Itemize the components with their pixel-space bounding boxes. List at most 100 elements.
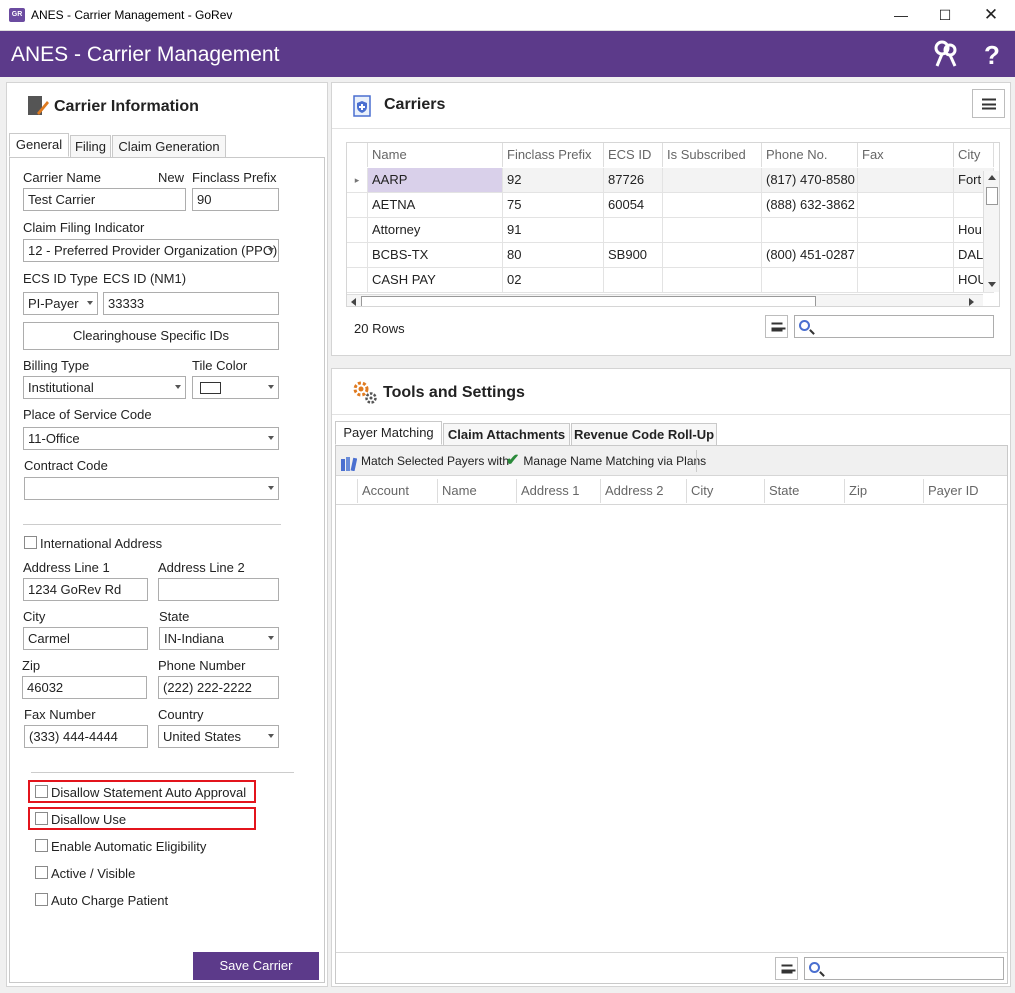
tab-revenue-code-rollup[interactable]: Revenue Code Roll-Up: [571, 423, 717, 445]
tab-claim-generation[interactable]: Claim Generation: [112, 135, 226, 157]
col-header[interactable]: Payer ID: [924, 479, 1007, 503]
table-cell[interactable]: [604, 268, 663, 293]
pos-dropdown[interactable]: 11-Office: [23, 427, 279, 450]
table-cell[interactable]: 87726: [604, 168, 663, 193]
table-cell[interactable]: AARP: [368, 168, 503, 193]
country-dropdown[interactable]: United States: [158, 725, 279, 748]
table-cell[interactable]: (888) 632-3862: [762, 193, 858, 218]
col-header[interactable]: Name: [368, 143, 503, 167]
ecs-type-dropdown[interactable]: PI-Payer: [23, 292, 98, 315]
scroll-thumb[interactable]: [986, 187, 998, 205]
table-cell[interactable]: [858, 268, 954, 293]
table-cell[interactable]: SB900: [604, 243, 663, 268]
state-dropdown[interactable]: IN-Indiana: [159, 627, 279, 650]
payer-search-input[interactable]: [804, 957, 1004, 980]
carriers-search-input[interactable]: [794, 315, 994, 338]
table-cell[interactable]: [663, 218, 762, 243]
scroll-up-arrow[interactable]: [988, 175, 996, 180]
table-cell[interactable]: [663, 193, 762, 218]
ecs-id-field[interactable]: 33333: [103, 292, 279, 315]
scroll-right-arrow[interactable]: [969, 298, 974, 306]
billing-type-dropdown[interactable]: Institutional: [23, 376, 186, 399]
table-cell[interactable]: [762, 218, 858, 243]
table-cell[interactable]: (817) 470-8580: [762, 168, 858, 193]
payer-grid-menu-button[interactable]: [775, 957, 798, 980]
table-cell[interactable]: [762, 268, 858, 293]
close-button[interactable]: ✕: [973, 4, 1009, 26]
zip-field[interactable]: 46032: [22, 676, 147, 699]
grid-menu-button[interactable]: [765, 315, 788, 338]
col-header[interactable]: Finclass Prefix: [503, 143, 604, 167]
tab-payer-matching[interactable]: Payer Matching: [335, 421, 442, 445]
col-header[interactable]: Account: [358, 479, 438, 503]
table-cell[interactable]: [858, 193, 954, 218]
international-checkbox[interactable]: [24, 536, 37, 549]
col-header[interactable]: City: [687, 479, 765, 503]
scroll-left-arrow[interactable]: [351, 298, 356, 306]
table-cell[interactable]: [858, 168, 954, 193]
claim-filing-dropdown[interactable]: 12 - Preferred Provider Organization (PP…: [23, 239, 279, 262]
col-header[interactable]: Is Subscribed: [663, 143, 762, 167]
tab-filing[interactable]: Filing: [70, 135, 111, 157]
row-indicator[interactable]: ▸: [347, 168, 368, 193]
minimize-button[interactable]: —: [883, 4, 919, 26]
col-header[interactable]: State: [765, 479, 845, 503]
table-cell[interactable]: 75: [503, 193, 604, 218]
vertical-scrollbar[interactable]: [983, 171, 999, 292]
maximize-button[interactable]: ☐: [927, 4, 963, 26]
horizontal-scrollbar[interactable]: [347, 294, 983, 306]
row-indicator[interactable]: [347, 268, 368, 293]
auto-eligibility-checkbox[interactable]: [35, 839, 48, 852]
col-header[interactable]: Address 2: [601, 479, 687, 503]
table-cell[interactable]: [858, 243, 954, 268]
table-cell[interactable]: 80: [503, 243, 604, 268]
table-cell[interactable]: 92: [503, 168, 604, 193]
manage-name-matching-button[interactable]: ✔ Manage Name Matching via Plans: [506, 449, 706, 473]
table-cell[interactable]: [604, 218, 663, 243]
tab-general[interactable]: General: [9, 133, 69, 157]
hscroll-thumb[interactable]: [361, 296, 816, 306]
scroll-down-arrow[interactable]: [988, 282, 996, 287]
table-cell[interactable]: BCBS-TX: [368, 243, 503, 268]
addr2-field[interactable]: [158, 578, 279, 601]
col-header[interactable]: ECS ID: [604, 143, 663, 167]
col-header[interactable]: Phone No.: [762, 143, 858, 167]
table-cell[interactable]: [663, 168, 762, 193]
col-header[interactable]: City: [954, 143, 994, 167]
table-cell[interactable]: [663, 268, 762, 293]
clearinghouse-ids-button[interactable]: Clearinghouse Specific IDs: [23, 322, 279, 350]
keys-icon[interactable]: [933, 40, 959, 68]
disallow-use-checkbox[interactable]: [35, 812, 48, 825]
col-header[interactable]: Address 1: [517, 479, 601, 503]
table-cell[interactable]: 02: [503, 268, 604, 293]
save-carrier-button[interactable]: Save Carrier: [193, 952, 319, 980]
row-indicator[interactable]: [347, 243, 368, 268]
table-cell[interactable]: [663, 243, 762, 268]
row-indicator[interactable]: [347, 193, 368, 218]
col-header[interactable]: Zip: [845, 479, 924, 503]
table-cell[interactable]: Attorney: [368, 218, 503, 243]
table-cell[interactable]: 60054: [604, 193, 663, 218]
addr1-field[interactable]: 1234 GoRev Rd: [23, 578, 148, 601]
carrier-name-field[interactable]: Test Carrier: [23, 188, 186, 211]
col-header[interactable]: Fax: [858, 143, 954, 167]
table-cell[interactable]: (800) 451-0287: [762, 243, 858, 268]
table-cell[interactable]: AETNA: [368, 193, 503, 218]
contract-dropdown[interactable]: [24, 477, 279, 500]
tab-claim-attachments[interactable]: Claim Attachments: [443, 423, 570, 445]
finclass-field[interactable]: 90: [192, 188, 279, 211]
row-indicator[interactable]: [347, 218, 368, 243]
table-cell[interactable]: 91: [503, 218, 604, 243]
fax-field[interactable]: (333) 444-4444: [24, 725, 148, 748]
carriers-menu-button[interactable]: [972, 89, 1005, 118]
help-icon[interactable]: ?: [984, 40, 1000, 71]
disallow-auto-approval-checkbox[interactable]: [35, 785, 48, 798]
active-visible-checkbox[interactable]: [35, 866, 48, 879]
table-cell[interactable]: [858, 218, 954, 243]
city-field[interactable]: Carmel: [23, 627, 148, 650]
phone-field[interactable]: (222) 222-2222: [158, 676, 279, 699]
tile-color-dropdown[interactable]: [192, 376, 279, 399]
col-header[interactable]: Name: [438, 479, 517, 503]
auto-charge-checkbox[interactable]: [35, 893, 48, 906]
table-cell[interactable]: CASH PAY: [368, 268, 503, 293]
